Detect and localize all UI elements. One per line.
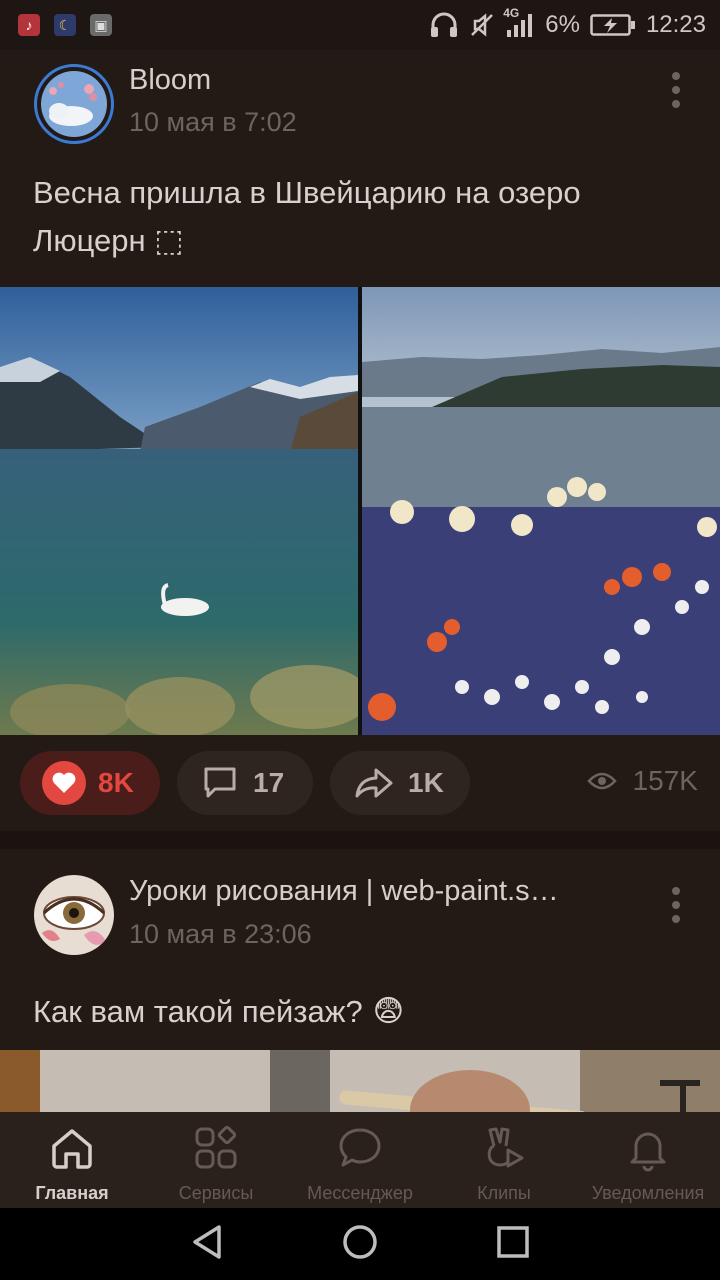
post-media[interactable] [0,1050,720,1112]
recents-icon[interactable] [493,1222,533,1267]
share-icon [354,766,394,800]
tab-notifications[interactable]: Уведомления [576,1112,720,1208]
more-menu-icon[interactable] [670,887,682,923]
post: Уроки рисования | web-paint.s… 10 мая в … [0,849,720,1112]
photo-grid [0,287,720,735]
view-counter: 157K [586,765,698,797]
eye-icon [586,771,617,791]
bell-icon [624,1124,672,1177]
home-icon [48,1124,96,1177]
clock: 12:23 [645,11,706,38]
post-text-content: Как вам такой пейзаж? [33,994,363,1029]
tab-label: Главная [35,1183,109,1203]
gallery-icon: ▣ [90,14,112,36]
tab-messenger[interactable]: Мессенджер [288,1112,432,1208]
services-icon [192,1124,240,1177]
battery-charging-icon [590,13,636,37]
avatar[interactable] [34,64,114,144]
feed[interactable]: Bloom 10 мая в 7:02 Весна пришла в Швейц… [0,50,720,1112]
author-name[interactable]: Bloom [129,64,211,97]
like-button[interactable]: 8K [20,751,160,815]
post: Bloom 10 мая в 7:02 Весна пришла в Швейц… [0,50,720,831]
music-icon: ♪ [18,14,40,36]
messenger-icon [336,1124,384,1177]
status-bar: ♪ ☾ ▣ 4G 6% 12:23 [0,0,720,50]
bottom-tab-bar: Главная Сервисы Мессенджер Клипы Уведомл… [0,1112,720,1208]
home-button-icon[interactable] [340,1222,380,1267]
comment-button[interactable]: 17 [177,751,313,815]
post-date: 10 мая в 7:02 [129,107,297,137]
tab-label: Уведомления [591,1183,705,1203]
avatar[interactable] [34,875,114,955]
tab-label: Мессенджер [307,1183,413,1203]
moon-icon: ☾ [54,14,76,36]
post-date: 10 мая в 23:06 [129,919,312,949]
post-text: Весна пришла в Швейцарию на озеро Люцерн… [33,175,581,258]
post-header: Уроки рисования | web-paint.s… 10 мая в … [0,849,720,955]
tab-services[interactable]: Сервисы [144,1112,288,1208]
post-header: Bloom 10 мая в 7:02 [0,50,720,155]
system-nav-bar [0,1208,720,1280]
post-text: Как вам такой пейзаж? 😨 [0,972,720,1036]
fearful-face-emoji: 😨 [372,995,404,1028]
tab-label: Клипы [477,1183,531,1203]
mute-icon [469,12,495,38]
more-menu-icon[interactable] [670,72,682,108]
comment-count: 17 [253,767,285,798]
author-name[interactable]: Уроки рисования | web-paint.s… [129,875,559,908]
comment-icon [201,765,239,801]
share-count: 1K [408,767,444,798]
clips-icon [480,1124,528,1177]
photo-lake-flowers[interactable] [362,287,720,735]
heart-icon [42,761,86,805]
headphones-icon [429,12,459,38]
photo-lake-swan[interactable] [0,287,358,735]
tab-label: Сервисы [178,1183,254,1203]
share-button[interactable]: 1K [330,751,470,815]
back-icon[interactable] [187,1222,227,1267]
signal-icon: 4G [503,6,535,38]
post-divider [0,831,720,849]
post-actions: 8K 17 1K 157K [0,735,720,831]
tab-home[interactable]: Главная [0,1112,144,1208]
view-count: 157K [632,765,698,796]
like-count: 8K [98,767,134,798]
tab-clips[interactable]: Клипы [432,1112,576,1208]
battery-percent: 6% [545,11,580,38]
